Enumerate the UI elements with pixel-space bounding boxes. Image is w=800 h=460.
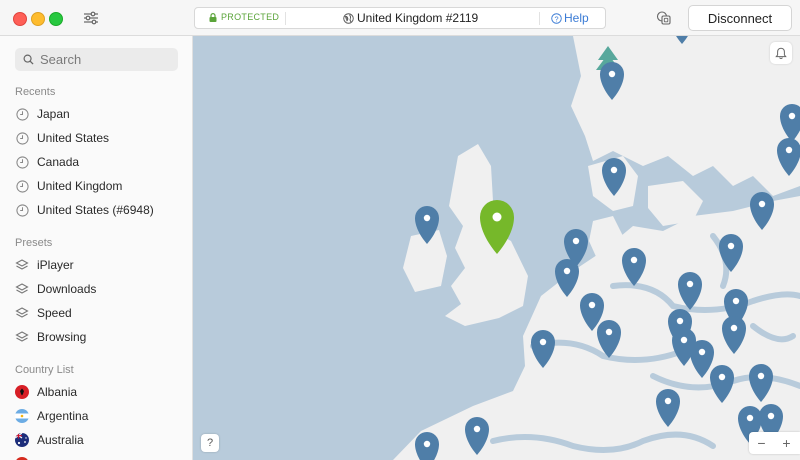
preset-item[interactable]: Speed — [15, 303, 185, 323]
recent-item-label: United States (#6948) — [37, 203, 154, 217]
server-pin-icon[interactable] — [531, 330, 555, 368]
country-item-label: Albania — [37, 385, 78, 399]
server-pin-icon[interactable] — [602, 158, 626, 196]
country-item[interactable]: Argentina — [15, 406, 185, 426]
server-pin-icon[interactable] — [777, 138, 800, 176]
clock-icon — [15, 131, 29, 145]
map-view[interactable]: ? − + — [193, 36, 800, 460]
layers-icon — [15, 258, 29, 272]
server-pin-icon[interactable] — [690, 340, 714, 378]
current-server[interactable]: United Kingdom #2119 — [343, 11, 478, 25]
protected-label: PROTECTED — [221, 12, 280, 22]
presets-header: Presets — [15, 237, 53, 249]
search-box[interactable] — [15, 48, 178, 71]
layers-icon — [15, 306, 29, 320]
server-pin-icon[interactable] — [678, 272, 702, 310]
preset-item[interactable]: Downloads — [15, 279, 185, 299]
recent-item[interactable]: United Kingdom — [15, 176, 185, 196]
minimize-window-button[interactable] — [31, 12, 45, 26]
help-link[interactable]: ? Help — [551, 11, 589, 25]
recent-item[interactable]: United States (#6948) — [15, 200, 185, 220]
question-circle-icon: ? — [551, 12, 562, 24]
server-pin-icon[interactable] — [415, 432, 439, 460]
server-pin-icon[interactable] — [750, 192, 774, 230]
zoom-window-button[interactable] — [49, 12, 63, 26]
server-pin-icon[interactable] — [465, 417, 489, 455]
preset-item-label: Browsing — [37, 330, 87, 344]
server-pin-icon[interactable] — [415, 206, 439, 244]
recent-item[interactable]: Canada — [15, 152, 185, 172]
country-list-header: Country List — [15, 364, 74, 376]
pins-layer — [415, 36, 800, 460]
connection-status-bar: PROTECTED United Kingdom #2119 ? Help — [194, 7, 606, 29]
clock-icon — [15, 155, 29, 169]
preset-item[interactable]: Browsing — [15, 327, 185, 347]
zoom-out-button[interactable]: − — [749, 432, 774, 454]
devices-icon[interactable] — [656, 10, 672, 26]
preset-item-label: Downloads — [37, 282, 97, 296]
zoom-in-button[interactable]: + — [774, 432, 799, 454]
albania-flag-icon — [15, 385, 29, 399]
preset-item-label: Speed — [37, 306, 72, 320]
australia-flag-icon — [15, 433, 29, 447]
server-pin-icon[interactable] — [600, 62, 624, 100]
search-input[interactable] — [40, 52, 160, 67]
server-pin-icon[interactable] — [622, 248, 646, 286]
close-window-button[interactable] — [13, 12, 27, 26]
country-item-label: Argentina — [37, 409, 89, 423]
server-pin-icon[interactable] — [749, 364, 773, 402]
notifications-button[interactable] — [770, 42, 792, 64]
search-icon — [23, 54, 34, 65]
argentina-flag-icon — [15, 409, 29, 423]
layers-icon — [15, 330, 29, 344]
server-pin-icon[interactable] — [670, 36, 694, 44]
server-pin-icon[interactable] — [722, 316, 746, 354]
sidebar: Recents Japan United States Canada Unite… — [0, 36, 193, 460]
protected-status: PROTECTED — [209, 12, 279, 22]
clock-icon — [15, 107, 29, 121]
layers-icon — [15, 282, 29, 296]
zoom-controls: − + — [749, 432, 800, 454]
divider — [539, 12, 540, 25]
country-item[interactable]: Australia — [15, 430, 185, 450]
server-pin-icon[interactable] — [555, 259, 579, 297]
divider — [285, 12, 286, 25]
lock-icon — [209, 12, 217, 22]
svg-text:?: ? — [554, 14, 558, 23]
server-pin-icon[interactable] — [597, 320, 621, 358]
recent-item[interactable]: United States — [15, 128, 185, 148]
map-help-button[interactable]: ? — [201, 434, 219, 452]
server-pin-icon[interactable] — [710, 365, 734, 403]
country-item[interactable]: Albania — [15, 382, 185, 402]
recent-item[interactable]: Japan — [15, 104, 185, 124]
recent-item-label: United States — [37, 131, 110, 145]
recent-item-label: Canada — [37, 155, 80, 169]
clock-icon — [15, 203, 29, 217]
recent-item-label: Japan — [37, 107, 70, 121]
server-pin-icon[interactable] — [656, 389, 680, 427]
help-label: Help — [564, 11, 589, 25]
title-bar: PROTECTED United Kingdom #2119 ? Help Di… — [0, 0, 800, 36]
globe-icon — [343, 12, 354, 24]
server-pin-icon[interactable] — [780, 104, 800, 142]
preset-item-label: iPlayer — [37, 258, 74, 272]
country-item-label: Australia — [37, 433, 84, 447]
settings-sliders-icon[interactable] — [82, 10, 100, 26]
disconnect-button[interactable]: Disconnect — [688, 5, 792, 31]
recent-item-label: United Kingdom — [37, 179, 123, 193]
server-pin-icon[interactable] — [719, 234, 743, 272]
preset-item[interactable]: iPlayer — [15, 255, 185, 275]
bell-icon — [775, 47, 787, 59]
recents-header: Recents — [15, 86, 56, 98]
active-server-pin-icon[interactable] — [480, 200, 514, 254]
server-name: United Kingdom #2119 — [357, 11, 479, 25]
clock-icon — [15, 179, 29, 193]
country-item[interactable] — [15, 454, 185, 460]
